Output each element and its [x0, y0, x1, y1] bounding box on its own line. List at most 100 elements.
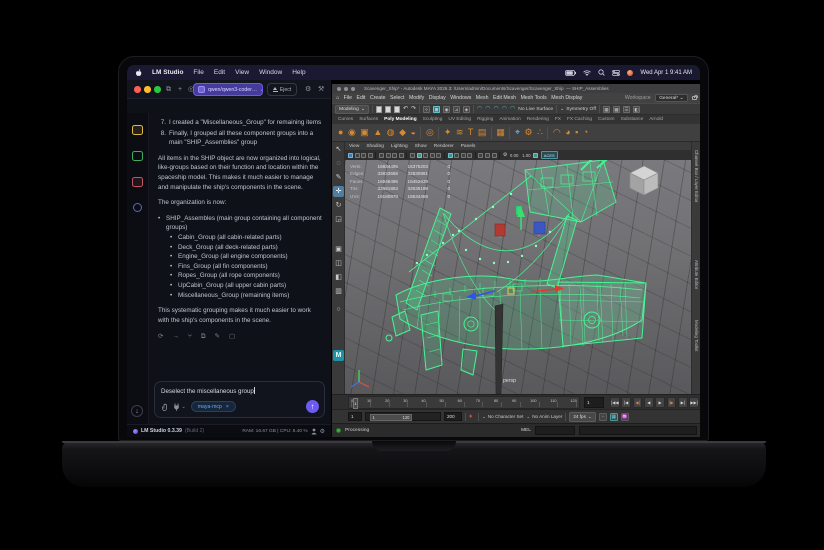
shelf-target-icon[interactable]: ⌖	[515, 128, 520, 137]
viewport-toolbar-icon[interactable]	[436, 153, 441, 158]
regenerate-icon[interactable]: ⟳	[158, 332, 163, 342]
shelf-cylinder-icon[interactable]: ▣	[360, 128, 369, 137]
viewport-toolbar-icon[interactable]	[361, 153, 366, 158]
menu-select[interactable]: Select	[390, 95, 404, 101]
gear-icon[interactable]: ⚙	[503, 152, 507, 158]
shelf-tab-poly-modeling[interactable]: Poly Modeling	[384, 117, 417, 122]
shelf-tab-curves[interactable]: Curves	[338, 117, 353, 122]
exposure-value[interactable]: 0.00	[510, 153, 519, 158]
shelf-tab-uv-editing[interactable]: UV Editing	[448, 117, 471, 122]
shelf-tab-rendering[interactable]: Rendering	[527, 117, 549, 122]
shelf-blocks-icon[interactable]: ▪	[575, 128, 578, 137]
snap-grid-icon[interactable]: ⊹	[423, 106, 430, 113]
mel-label[interactable]: MEL	[521, 428, 531, 433]
minimize-window-button[interactable]	[344, 87, 348, 91]
move-tool-icon[interactable]: ✛	[333, 186, 344, 197]
sidebar-chat-icon[interactable]	[132, 125, 143, 135]
shelf-sphere2-icon[interactable]: ◕	[565, 128, 570, 137]
viewport-toolbar-icon[interactable]	[392, 153, 397, 158]
viewport-toolbar-icon[interactable]	[454, 153, 459, 158]
shelf-grid-icon[interactable]: ▦	[496, 128, 505, 137]
snap-surface-icon[interactable]: ◈	[463, 106, 470, 113]
wrench-icon[interactable]: ⚒	[318, 80, 324, 99]
viewport-toolbar-icon[interactable]	[410, 153, 415, 158]
close-window-button[interactable]	[134, 86, 141, 93]
menu-display[interactable]: Display	[429, 95, 446, 101]
chat-input-text[interactable]: Deselect the miscellaneous group	[161, 387, 318, 395]
panel-menu-view[interactable]: View	[349, 144, 359, 149]
menu-edit-mesh[interactable]: Edit Mesh	[493, 95, 516, 101]
close-window-button[interactable]	[337, 87, 341, 91]
menubar-help[interactable]: Help	[292, 69, 305, 76]
shelf-tab-substance[interactable]: Substance	[621, 117, 644, 122]
viewport-toolbar-icon[interactable]	[478, 153, 483, 158]
gear-icon[interactable]: ⚙	[320, 428, 325, 435]
panel-menu-renderer[interactable]: Renderer	[434, 144, 454, 149]
color-space-badge[interactable]: ACES	[541, 151, 558, 159]
menubar-clock[interactable]: Wed Apr 1 9:41 AM	[640, 70, 692, 76]
live-surface-status[interactable]: No Live Surface	[518, 107, 553, 112]
menu-mesh-tools[interactable]: Mesh Tools	[521, 95, 547, 101]
viewport-canvas[interactable]: Verts:16834495163752030 Edges:3383366832…	[345, 160, 691, 394]
menubar-window[interactable]: Window	[259, 69, 282, 76]
battery-icon[interactable]	[565, 70, 576, 76]
continue-icon[interactable]: →	[172, 332, 179, 342]
shelf-cube-icon[interactable]: ◉	[348, 128, 356, 137]
undo-icon[interactable]: ↶	[403, 106, 408, 112]
layout-four-pane-icon[interactable]: ▥	[333, 286, 344, 297]
snap-curve-icon[interactable]: ⊞	[433, 106, 440, 113]
scale-tool-icon[interactable]: ◲	[333, 214, 344, 225]
set-key-icon[interactable]: ♦	[469, 413, 475, 421]
character-set-selector[interactable]: ⌄No Character Set	[482, 414, 523, 420]
next-key-button[interactable]: |▶	[667, 397, 677, 408]
viewport-toolbar-icon[interactable]	[461, 153, 466, 158]
sidebar-toggle-icon[interactable]: ⧉	[166, 80, 171, 99]
sidebar-developer-icon[interactable]	[132, 151, 143, 161]
command-input[interactable]	[535, 426, 575, 435]
viewport-toolbar-icon[interactable]	[348, 153, 353, 158]
layout-two-pane-icon[interactable]: ◫	[333, 258, 344, 269]
anim-prefs-icon[interactable]: ♒	[621, 413, 629, 421]
viewport-toolbar-icon[interactable]	[368, 153, 373, 158]
shelf-tab-animation[interactable]: Animation	[499, 117, 520, 122]
shelf-tab-arnold[interactable]: Arnold	[649, 117, 663, 122]
animation-end-field[interactable]: 200	[444, 412, 462, 421]
construction-icon[interactable]: ◠	[510, 106, 515, 112]
menu-mesh[interactable]: Mesh	[476, 95, 489, 101]
symmetry-selector[interactable]: ⌄Symmetry Off	[560, 106, 596, 112]
zoom-window-button[interactable]	[154, 86, 161, 93]
shelf-torus-icon[interactable]: ◍	[387, 128, 395, 137]
zoom-tool-icon[interactable]: ○	[333, 304, 344, 315]
control-center-icon[interactable]	[612, 70, 620, 76]
go-to-start-button[interactable]: |◀◀	[610, 397, 620, 408]
previous-key-button[interactable]: ◀|	[633, 397, 643, 408]
viewport-toolbar-icon[interactable]	[485, 153, 490, 158]
current-frame-marker[interactable]: 1	[353, 398, 358, 409]
menu-create[interactable]: Create	[370, 95, 386, 101]
construction-icon[interactable]: ◠	[485, 106, 490, 112]
model-selector[interactable]: qwen/qwen3-coder… ⌄	[193, 83, 263, 96]
viewport-toolbar-icon[interactable]	[386, 153, 391, 158]
step-forward-button[interactable]: ▶|	[678, 397, 688, 408]
shelf-star-icon[interactable]: ✦	[444, 128, 452, 137]
shelf-gear-icon[interactable]: ⚙	[525, 128, 533, 137]
auto-key-icon[interactable]: ◦	[599, 413, 607, 421]
new-scene-icon[interactable]	[376, 106, 382, 113]
step-back-button[interactable]: |◀	[621, 397, 631, 408]
construction-icon[interactable]: ◠	[494, 106, 499, 112]
range-bar[interactable]: 1120	[370, 414, 412, 421]
command-feedback[interactable]	[579, 426, 697, 435]
animation-start-field[interactable]: 1	[348, 412, 362, 421]
shelf-tab-surfaces[interactable]: Surfaces	[359, 117, 378, 122]
shelf-disc-icon[interactable]: ◒	[411, 128, 416, 137]
apple-menu-icon[interactable]	[135, 69, 142, 77]
paint-select-tool-icon[interactable]: ✎	[333, 172, 344, 183]
viewport-toolbar-icon[interactable]	[417, 153, 422, 158]
branch-icon[interactable]: ⑂	[188, 332, 192, 342]
snap-plane-icon[interactable]: ⊿	[453, 106, 460, 113]
snap-point-icon[interactable]: ◉	[443, 106, 450, 113]
view-cube[interactable]	[629, 164, 659, 196]
menu-mesh-display[interactable]: Mesh Display	[551, 95, 582, 101]
save-scene-icon[interactable]	[394, 106, 400, 113]
render-settings-icon[interactable]: ☰	[623, 106, 630, 113]
